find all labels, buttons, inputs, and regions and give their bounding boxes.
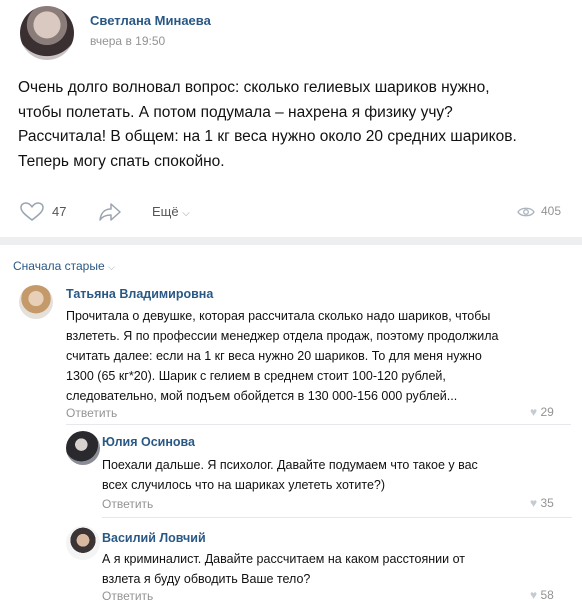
commenter-avatar[interactable] — [19, 285, 53, 319]
comment-like-button[interactable]: ♥ 35 — [530, 496, 554, 510]
comment-text-line: взлететь. Я по профессии менеджер отдела… — [66, 329, 499, 343]
comment-like-count: 58 — [540, 588, 554, 602]
heart-icon: ♥ — [530, 496, 538, 510]
comment-text: Прочитала о девушке, которая рассчитала … — [66, 306, 571, 406]
post-date[interactable]: вчера в 19:50 — [90, 34, 165, 48]
comment-text-line: всех случилось что на шариках улететь хо… — [102, 478, 386, 492]
comment-divider — [66, 424, 571, 425]
comment-author-name[interactable]: Юлия Осинова — [102, 435, 195, 449]
chevron-down-icon: ⌵ — [182, 208, 190, 219]
reply-link[interactable]: Ответить — [102, 589, 153, 603]
more-label: Ещё — [152, 204, 179, 219]
comment-like-count: 29 — [540, 405, 554, 419]
comment-text-line: 1300 (65 кг*20). Шарик с гелием в средне… — [66, 369, 446, 383]
comment-text: Поехали дальше. Я психолог. Давайте поду… — [102, 455, 572, 495]
comment-like-button[interactable]: ♥ 29 — [530, 405, 554, 419]
like-heart-icon[interactable] — [20, 202, 44, 222]
comment-text-line: Поехали дальше. Я психолог. Давайте поду… — [102, 458, 478, 472]
post-author-name[interactable]: Светлана Минаева — [90, 13, 211, 28]
view-count: 405 — [541, 204, 562, 218]
heart-icon: ♥ — [530, 588, 538, 602]
comment-text: А я криминалист. Давайте рассчитаем на к… — [102, 549, 572, 589]
views-eye-icon — [517, 207, 535, 217]
reply-link[interactable]: Ответить — [102, 497, 153, 511]
comment-like-button[interactable]: ♥ 58 — [530, 588, 554, 602]
post-text: Очень долго волновал вопрос: сколько гел… — [18, 76, 563, 174]
share-arrow-icon[interactable] — [98, 202, 122, 222]
more-button[interactable]: Ещё ⌵ — [152, 204, 190, 219]
comment-text-line: А я криминалист. Давайте рассчитаем на к… — [102, 552, 465, 566]
sort-label: Сначала старые — [13, 259, 105, 273]
chevron-down-icon: ⌵ — [108, 262, 115, 272]
post-text-line: чтобы полетать. А потом подумала – нахре… — [18, 103, 453, 121]
comment-divider — [102, 517, 572, 518]
comment-author-name[interactable]: Татьяна Владимировна — [66, 287, 213, 301]
comment-text-line: Прочитала о девушке, которая рассчитала … — [66, 309, 491, 323]
post-text-line: Очень долго волновал вопрос: сколько гел… — [18, 79, 490, 96]
like-count: 47 — [52, 204, 67, 219]
commenter-avatar[interactable] — [66, 526, 100, 560]
heart-icon: ♥ — [530, 405, 538, 419]
comment-text-line: взлета я буду обводить Ваше тело? — [102, 572, 311, 586]
comment-author-name[interactable]: Василий Ловчий — [102, 531, 206, 545]
post-text-line: Рассчитала! В общем: на 1 кг веса нужно … — [18, 128, 517, 145]
comment-text-line: считать далее: если на 1 кг веса нужно 2… — [66, 349, 482, 363]
section-divider — [0, 237, 582, 245]
comments-sort-toggle[interactable]: Сначала старые ⌵ — [13, 259, 115, 273]
post-text-line: Теперь могу спать спокойно. — [18, 152, 225, 170]
author-avatar[interactable] — [20, 6, 74, 60]
post-actions: 47 Ещё ⌵ 405 — [0, 196, 582, 226]
reply-link[interactable]: Ответить — [66, 406, 117, 420]
comment-like-count: 35 — [540, 496, 554, 510]
commenter-avatar[interactable] — [66, 431, 100, 465]
comment-text-line: следовательно, мой подъем обойдется в 13… — [66, 389, 458, 403]
post: Светлана Минаева вчера в 19:50 Очень дол… — [0, 0, 582, 237]
